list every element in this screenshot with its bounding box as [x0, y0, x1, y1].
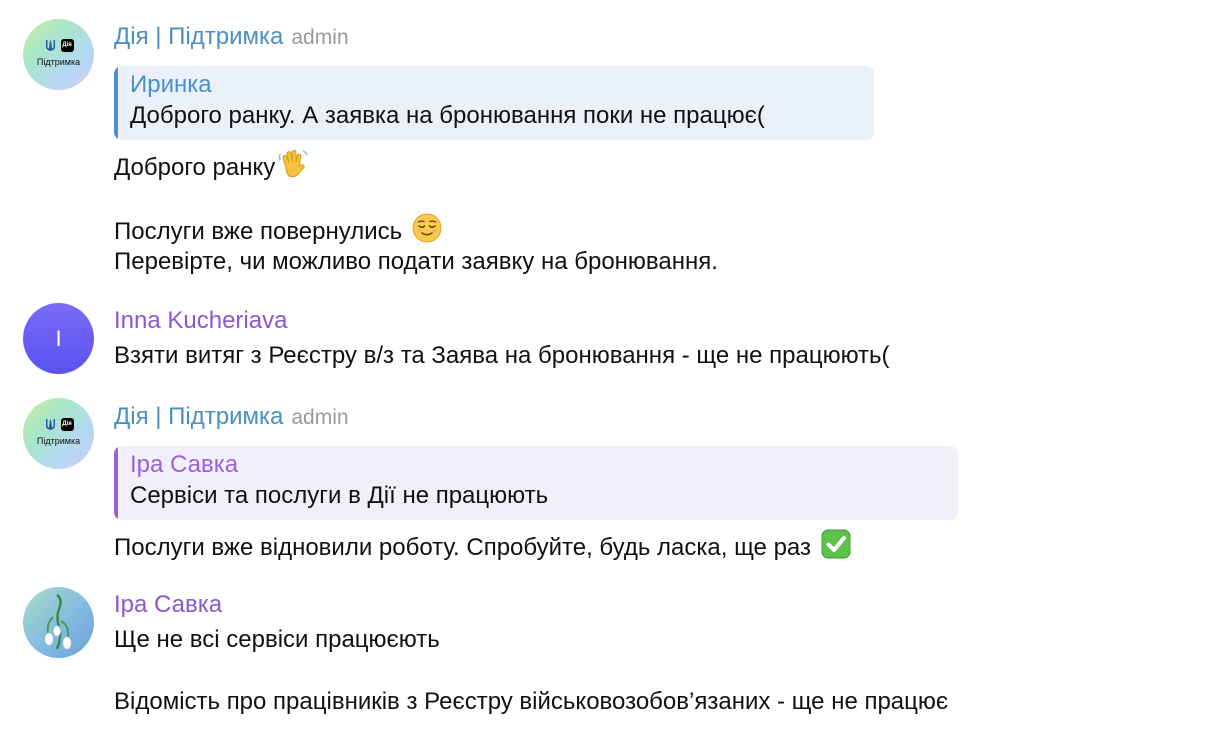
message-text-line: Ще не всі сервіси працюєють	[114, 626, 440, 653]
avatar-label: Підтримка	[36, 57, 81, 67]
diia-logo-badge: Дія	[60, 418, 74, 431]
trident-icon	[45, 419, 55, 430]
message-header: Inna Kucheriava	[114, 306, 287, 336]
admin-tag: admin	[291, 406, 349, 429]
sender-name[interactable]: Inna Kucheriava	[114, 307, 287, 334]
message-header: Іра Савка	[114, 590, 222, 620]
check-mark-button-icon	[820, 528, 852, 569]
message-text-line: Послуги вже відновили роботу. Спробуйте,…	[114, 528, 852, 569]
reply-sender: Іра Савка	[130, 451, 239, 478]
avatar[interactable]	[23, 587, 94, 658]
sender-name[interactable]: Дія | Підтримка	[114, 23, 283, 50]
message-text-line: Взяти витяг з Реєстру в/з та Заява на бр…	[114, 342, 890, 369]
sender-name[interactable]: Дія | Підтримка	[114, 403, 283, 430]
snowdrop-icon	[44, 593, 72, 650]
reply-quote[interactable]: Иринка Доброго ранку. А заявка на бронюв…	[114, 66, 874, 140]
avatar[interactable]: Дія Підтримка	[23, 398, 94, 469]
waving-hand-icon	[277, 148, 309, 189]
message-text-line: Відомість про працівників з Реєстру війс…	[114, 688, 949, 715]
avatar-initial: I	[55, 326, 62, 351]
reply-text: Доброго ранку. А заявка на бронювання по…	[130, 102, 765, 129]
reply-text: Сервіси та послуги в Дії не працюють	[130, 482, 549, 509]
message-text-line: Перевірте, чи можливо подати заявку на б…	[114, 248, 718, 275]
admin-tag: admin	[291, 26, 349, 49]
sender-name[interactable]: Іра Савка	[114, 591, 222, 618]
message-header: Дія | Підтримка admin	[114, 402, 349, 433]
avatar-label: Підтримка	[36, 436, 81, 446]
avatar[interactable]: Дія Підтримка	[23, 19, 94, 90]
reply-quote[interactable]: Іра Савка Сервіси та послуги в Дії не пр…	[114, 446, 958, 520]
message-header: Дія | Підтримка admin	[114, 22, 349, 53]
avatar[interactable]: I	[23, 303, 94, 374]
trident-icon	[45, 40, 55, 51]
message-text-line: Доброго ранку	[114, 148, 309, 189]
reply-sender: Иринка	[130, 71, 212, 98]
diia-logo-badge: Дія	[60, 39, 74, 52]
